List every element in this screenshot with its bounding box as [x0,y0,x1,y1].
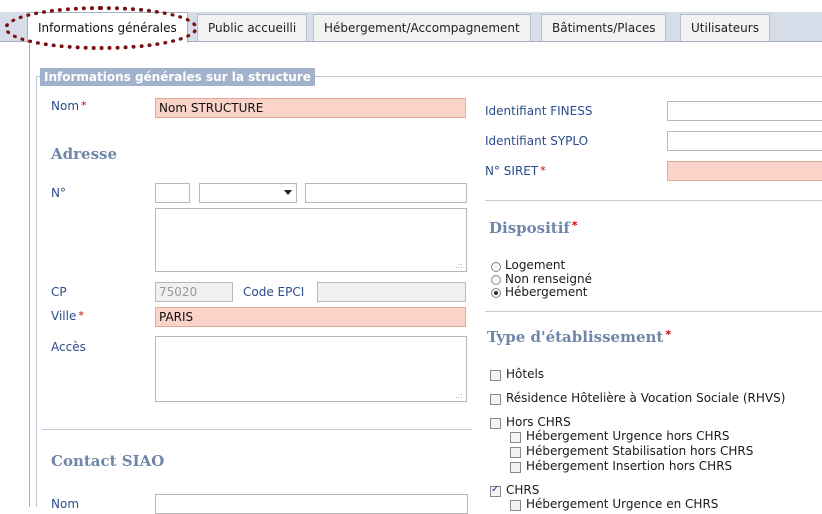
radio-non-renseigne[interactable] [491,275,501,285]
siret-input[interactable] [667,161,822,181]
required-marker: * [540,164,546,177]
numero-label: N° [51,186,66,200]
syplo-input[interactable] [667,131,822,151]
tab-public-accueilli[interactable]: Public accueilli [197,14,308,42]
ville-input[interactable]: PARIS [155,307,466,327]
checkbox-urgence-hors-chrs[interactable] [510,432,521,443]
ville-label: Ville * [51,309,84,323]
adresse-title: Adresse [51,145,118,163]
section-divider [42,429,472,430]
checkbox-rhvs[interactable] [490,394,501,405]
finess-label: Identifiant FINESS [485,104,593,118]
content-border [29,42,30,507]
checkbox-urgence-en-chrs-label: Hébergement Urgence en CHRS [526,497,719,511]
street-input[interactable] [305,183,467,203]
radio-non-renseigne-label: Non renseigné [505,272,592,286]
radio-logement-label: Logement [505,258,566,272]
cp-input: 75020 [155,282,233,302]
nom-label-text: Nom [51,99,80,113]
contact-nom-input[interactable] [155,494,468,514]
right-divider-2 [485,311,822,312]
contact-siao-title: Contact SIAO [51,452,165,470]
type-etablissement-title-text: Type d'établissement [487,328,664,346]
radio-hebergement[interactable] [491,288,501,298]
finess-input[interactable] [667,101,822,121]
checkbox-hotels[interactable] [490,370,501,381]
checkbox-hors-chrs[interactable] [490,418,501,429]
resize-grip-icon[interactable]: .:: [455,262,463,270]
resize-grip-icon[interactable]: .:: [455,392,463,400]
ville-label-text: Ville [51,309,77,323]
checkbox-stabilisation-hors-chrs-label: Hébergement Stabilisation hors CHRS [526,444,754,458]
siret-label: N° SIRET * [485,164,546,178]
cp-label: CP [51,285,67,299]
required-marker: * [665,328,672,341]
required-marker: * [571,219,578,232]
type-etablissement-title: Type d'établissement * [487,328,671,346]
radio-logement[interactable] [491,262,501,272]
acces-label: Accès [51,340,86,354]
tab-batiments-places[interactable]: Bâtiments/Places [541,14,667,42]
checkbox-urgence-en-chrs[interactable] [510,500,521,511]
dispositif-title: Dispositif * [489,219,578,237]
siret-label-text: N° SIRET [485,164,539,178]
dispositif-title-text: Dispositif [489,219,570,237]
numero-suffix-select[interactable] [199,183,297,203]
checkbox-insertion-hors-chrs[interactable] [510,462,521,473]
checkbox-chrs[interactable] [490,484,501,497]
syplo-label: Identifiant SYPLO [485,134,589,148]
radio-hebergement-label: Hébergement [505,285,588,299]
code-epci-label: Code EPCI [243,285,305,299]
nom-label: Nom * [51,99,87,113]
checkbox-rhvs-label: Résidence Hôtelière à Vocation Sociale (… [506,391,786,405]
checkbox-urgence-hors-chrs-label: Hébergement Urgence hors CHRS [526,429,730,443]
required-marker: * [78,309,84,322]
tab-utilisateurs[interactable]: Utilisateurs [680,14,770,42]
chevron-down-icon [284,190,292,195]
tab-hebergement-accompagnement[interactable]: Hébergement/Accompagnement [313,14,531,42]
right-divider-1 [485,200,822,201]
acces-textarea[interactable]: .:: [155,336,467,402]
tab-strip: Informations générales Public accueilli … [0,0,822,43]
checkbox-stabilisation-hors-chrs[interactable] [510,447,521,458]
checkbox-chrs-label: CHRS [506,483,540,497]
contact-nom-label: Nom [51,497,80,511]
checkbox-insertion-hors-chrs-label: Hébergement Insertion hors CHRS [526,459,733,473]
nom-input[interactable]: Nom STRUCTURE [155,98,466,118]
code-epci-input [317,282,466,302]
address-complement-textarea[interactable]: .:: [155,208,467,272]
fieldset-legend: Informations générales sur la structure [40,68,315,86]
fieldset-border-left [36,76,37,507]
required-marker: * [81,99,87,112]
tab-informations-generales[interactable]: Informations générales [27,12,188,43]
checkbox-hotels-label: Hôtels [506,367,545,381]
numero-input[interactable] [155,183,190,203]
checkbox-hors-chrs-label: Hors CHRS [506,415,571,429]
